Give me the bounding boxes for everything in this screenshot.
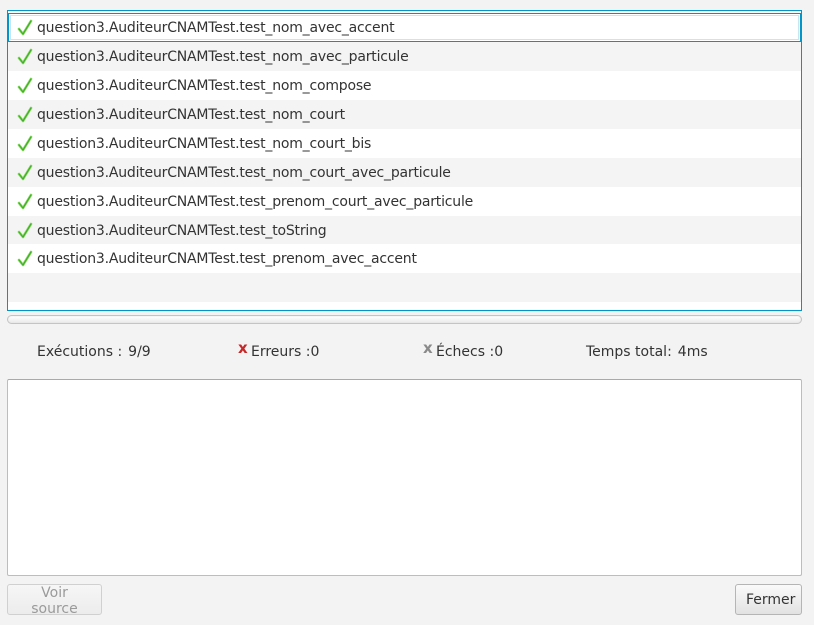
test-row[interactable]: question3.AuditeurCNAMTest.test_nom_cour… [8, 100, 801, 129]
failures-stat: x Échecs :0 [423, 339, 504, 361]
failures-label: Échecs :0 [436, 344, 504, 360]
check-icon [17, 19, 33, 35]
check-icon [17, 164, 33, 180]
test-name: question3.AuditeurCNAMTest.test_prenom_a… [37, 250, 417, 267]
test-name: question3.AuditeurCNAMTest.test_nom_cour… [37, 164, 451, 181]
check-icon [17, 250, 33, 266]
check-icon [17, 77, 33, 93]
time-stat: Temps total: 4ms [586, 344, 708, 360]
check-icon [17, 48, 33, 64]
x-icon: x [238, 339, 248, 357]
check-icon [17, 106, 33, 122]
errors-stat: x Erreurs :0 [238, 339, 320, 361]
test-results-list[interactable]: question3.AuditeurCNAMTest.test_nom_avec… [7, 10, 802, 311]
test-row[interactable]: question3.AuditeurCNAMTest.test_nom_avec… [8, 42, 801, 71]
check-icon [17, 193, 33, 209]
failure-trace-area[interactable] [7, 379, 802, 576]
time-label: Temps total: [586, 344, 672, 360]
close-button[interactable]: Fermer [735, 584, 802, 615]
time-value: 4ms [677, 344, 708, 360]
test-name: question3.AuditeurCNAMTest.test_nom_avec… [37, 48, 409, 65]
test-row[interactable]: question3.AuditeurCNAMTest.test_nom_comp… [8, 71, 801, 100]
view-source-button[interactable]: Voir source [7, 584, 102, 617]
test-row[interactable]: question3.AuditeurCNAMTest.test_prenom_c… [8, 187, 801, 216]
test-row[interactable]: question3.AuditeurCNAMTest.test_prenom_a… [8, 244, 801, 273]
check-icon [17, 222, 33, 238]
runs-label: Exécutions : [37, 344, 123, 360]
errors-label: Erreurs :0 [251, 344, 320, 360]
x-icon: x [423, 339, 433, 357]
test-name: question3.AuditeurCNAMTest.test_nom_avec… [37, 19, 395, 36]
test-summary: Exécutions : 9/9 x Erreurs :0 x Échecs :0… [0, 338, 814, 368]
test-name: question3.AuditeurCNAMTest.test_toString [37, 222, 327, 239]
test-name: question3.AuditeurCNAMTest.test_prenom_c… [37, 193, 474, 210]
test-row[interactable]: question3.AuditeurCNAMTest.test_nom_cour… [8, 158, 801, 187]
test-row[interactable]: question3.AuditeurCNAMTest.test_nom_cour… [8, 129, 801, 158]
test-row[interactable]: question3.AuditeurCNAMTest.test_toString [8, 216, 801, 245]
horizontal-scrollbar[interactable] [7, 315, 802, 324]
test-name: question3.AuditeurCNAMTest.test_nom_cour… [37, 106, 345, 123]
scrollbar-thumb[interactable] [9, 317, 800, 322]
runs-value: 9/9 [128, 344, 151, 360]
empty-row [8, 273, 801, 302]
runs-stat: Exécutions : 9/9 [37, 344, 151, 360]
test-row[interactable]: question3.AuditeurCNAMTest.test_nom_avec… [8, 13, 801, 42]
check-icon [17, 135, 33, 151]
test-name: question3.AuditeurCNAMTest.test_nom_cour… [37, 135, 372, 152]
test-name: question3.AuditeurCNAMTest.test_nom_comp… [37, 77, 372, 94]
